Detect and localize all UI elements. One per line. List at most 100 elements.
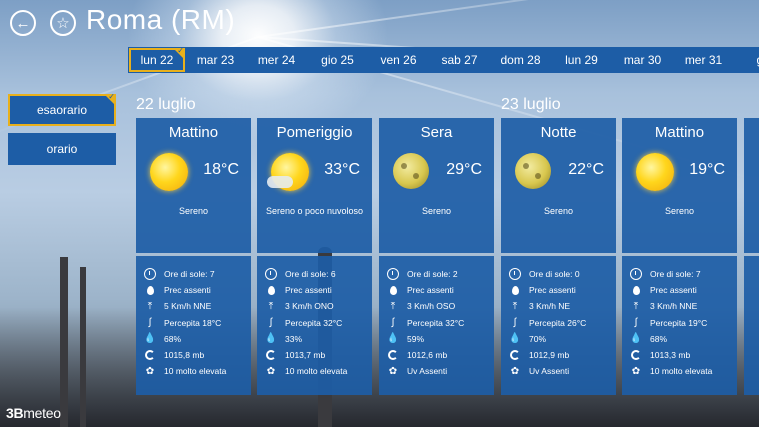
orario-label: orario — [46, 142, 78, 156]
clock-icon — [509, 268, 521, 281]
pressure-icon — [265, 349, 277, 361]
card-summary: Pomeriggio 33°C Sereno o poco nuvoloso — [257, 118, 372, 253]
period-label: Sera — [420, 124, 453, 141]
period-label: Notte — [540, 124, 577, 141]
temperature: 19°C — [689, 161, 725, 178]
humidity-icon: 💧 — [264, 333, 278, 345]
pressure-icon — [630, 349, 642, 361]
date-label: mer 31 — [684, 53, 723, 67]
esaorario-button[interactable]: esaorario ✓ — [8, 92, 116, 126]
forecast-card[interactable]: Mattino 19°C Sereno Ore di sole: 7 Prec … — [622, 118, 737, 395]
humidity-icon: 💧 — [508, 333, 522, 345]
date-label: lun 29 — [565, 53, 598, 67]
pressure-icon — [509, 349, 521, 361]
detail-row: ⤒ 5 Km/h NNE — [144, 298, 251, 314]
detail-row: ✿ 10 molto elevata — [145, 365, 227, 377]
date-tab[interactable]: ven 26 — [368, 48, 429, 72]
uv-icon: ✿ — [388, 365, 398, 377]
weather-description: Sereno — [178, 206, 209, 216]
detail-row: 1012,6 mb — [387, 347, 494, 363]
cloud-icon — [267, 176, 293, 188]
detail-row: 1013,3 mb — [630, 347, 737, 363]
date-tab[interactable]: mar 23 — [185, 48, 246, 72]
detail-row: Prec assenti — [387, 282, 494, 298]
detail-row: ⤒ 3 Km/h ONO — [265, 298, 372, 314]
card-summary: Mattino 18°C Sereno — [136, 118, 251, 253]
date-label: ven 26 — [380, 53, 417, 67]
temperature: 29°C — [446, 161, 482, 178]
detail-row: ∫ Percepita 32°C — [265, 315, 372, 331]
weather-description: Sereno — [543, 206, 574, 216]
clock-icon — [630, 268, 642, 281]
detail-row: 💧 68% — [143, 333, 182, 345]
arrow-left-icon: ← — [15, 14, 31, 32]
detail-row: 💧 68% — [629, 333, 668, 345]
date-tab[interactable]: mer 24 — [246, 48, 307, 72]
wind-icon: ⤒ — [268, 300, 274, 312]
period-label: Mattino — [168, 124, 219, 141]
detail-row: ⤒ 3 Km/h OSO — [387, 298, 494, 314]
forecast-card[interactable]: Notte 22°C Sereno Ore di sole: 0 Prec as… — [501, 118, 616, 395]
back-button[interactable]: ← — [10, 10, 36, 36]
detail-row: ∫ Percepita 19°C — [630, 315, 737, 331]
date-strip: lun 22 ✓ mar 23 mer 24 gio 25 ven 26 sab… — [128, 47, 759, 73]
date-label: mer 24 — [257, 53, 296, 67]
detail-row: 💧 70% — [508, 333, 547, 345]
detail-row: ✿ Uv Assenti — [388, 365, 448, 377]
forecast-card-partial[interactable] — [744, 118, 759, 253]
date-tab[interactable]: lun 29 — [551, 48, 612, 72]
check-icon: ✓ — [177, 47, 184, 55]
detail-row: Prec assenti — [630, 282, 737, 298]
favorite-button[interactable]: ☆ — [50, 10, 76, 36]
clock-icon — [387, 268, 399, 281]
weather-description: Sereno o poco nuvoloso — [265, 206, 364, 216]
thermometer-icon: ∫ — [269, 317, 273, 329]
drop-icon — [144, 284, 156, 296]
date-tab[interactable]: mar 30 — [612, 48, 673, 72]
sun-icon — [636, 153, 674, 191]
date-tab[interactable]: gio 25 — [307, 48, 368, 72]
forecast-card[interactable]: Mattino 18°C Sereno Ore di sole: 7 Prec … — [136, 118, 251, 395]
card-summary: Notte 22°C Sereno — [501, 118, 616, 253]
uv-icon: ✿ — [510, 365, 520, 377]
card-details: Ore di sole: 2 Prec assenti ⤒ 3 Km/h OSO … — [379, 256, 494, 395]
detail-row: Ore di sole: 6 — [265, 266, 372, 282]
detail-row: ✿ Uv Assenti — [510, 365, 570, 377]
detail-row: 💧 59% — [386, 333, 425, 345]
orario-button[interactable]: orario — [8, 133, 116, 165]
brand-name: meteo — [23, 405, 61, 421]
date-label: gio 25 — [321, 53, 354, 67]
thermometer-icon: ∫ — [148, 317, 152, 329]
period-label: Pomeriggio — [276, 124, 353, 141]
date-label: dom 28 — [500, 53, 541, 67]
wind-icon: ⤒ — [390, 300, 396, 312]
date-tab[interactable]: dom 28 — [490, 48, 551, 72]
date-tab-selected[interactable]: lun 22 ✓ — [129, 47, 185, 72]
detail-row: 1013,7 mb — [265, 347, 372, 363]
card-details: Ore di sole: 7 Prec assenti ⤒ 5 Km/h NNE … — [136, 256, 251, 395]
esaorario-label: esaorario — [36, 103, 88, 117]
date-tab[interactable]: gio — [734, 48, 759, 72]
date-tab[interactable]: sab 27 — [429, 48, 490, 72]
temperature: 33°C — [324, 161, 360, 178]
detail-row: ✿ 10 molto elevata — [631, 365, 713, 377]
detail-row: Ore di sole: 0 — [509, 266, 616, 282]
detail-row: 💧 33% — [264, 333, 303, 345]
drop-icon — [630, 284, 642, 296]
forecast-card[interactable]: Pomeriggio 33°C Sereno o poco nuvoloso O… — [257, 118, 372, 395]
thermometer-icon: ∫ — [634, 317, 638, 329]
date-tab[interactable]: mer 31 — [673, 48, 734, 72]
forecast-card[interactable]: Sera 29°C Sereno Ore di sole: 2 Prec ass… — [379, 118, 494, 395]
brand-logo: 3Bmeteo — [6, 405, 61, 421]
detail-row: Ore di sole: 7 — [144, 266, 251, 282]
detail-row: Prec assenti — [265, 282, 372, 298]
card-details: Ore di sole: 6 Prec assenti ⤒ 3 Km/h ONO … — [257, 256, 372, 395]
star-icon: ☆ — [56, 14, 70, 32]
humidity-icon: 💧 — [143, 333, 157, 345]
wind-icon: ⤒ — [512, 300, 518, 312]
drop-icon — [387, 284, 399, 296]
card-details: Ore di sole: 7 Prec assenti ⤒ 3 Km/h NNE … — [622, 256, 737, 395]
wind-icon: ⤒ — [633, 300, 639, 312]
date-label: sab 27 — [441, 53, 478, 67]
uv-icon: ✿ — [631, 365, 641, 377]
